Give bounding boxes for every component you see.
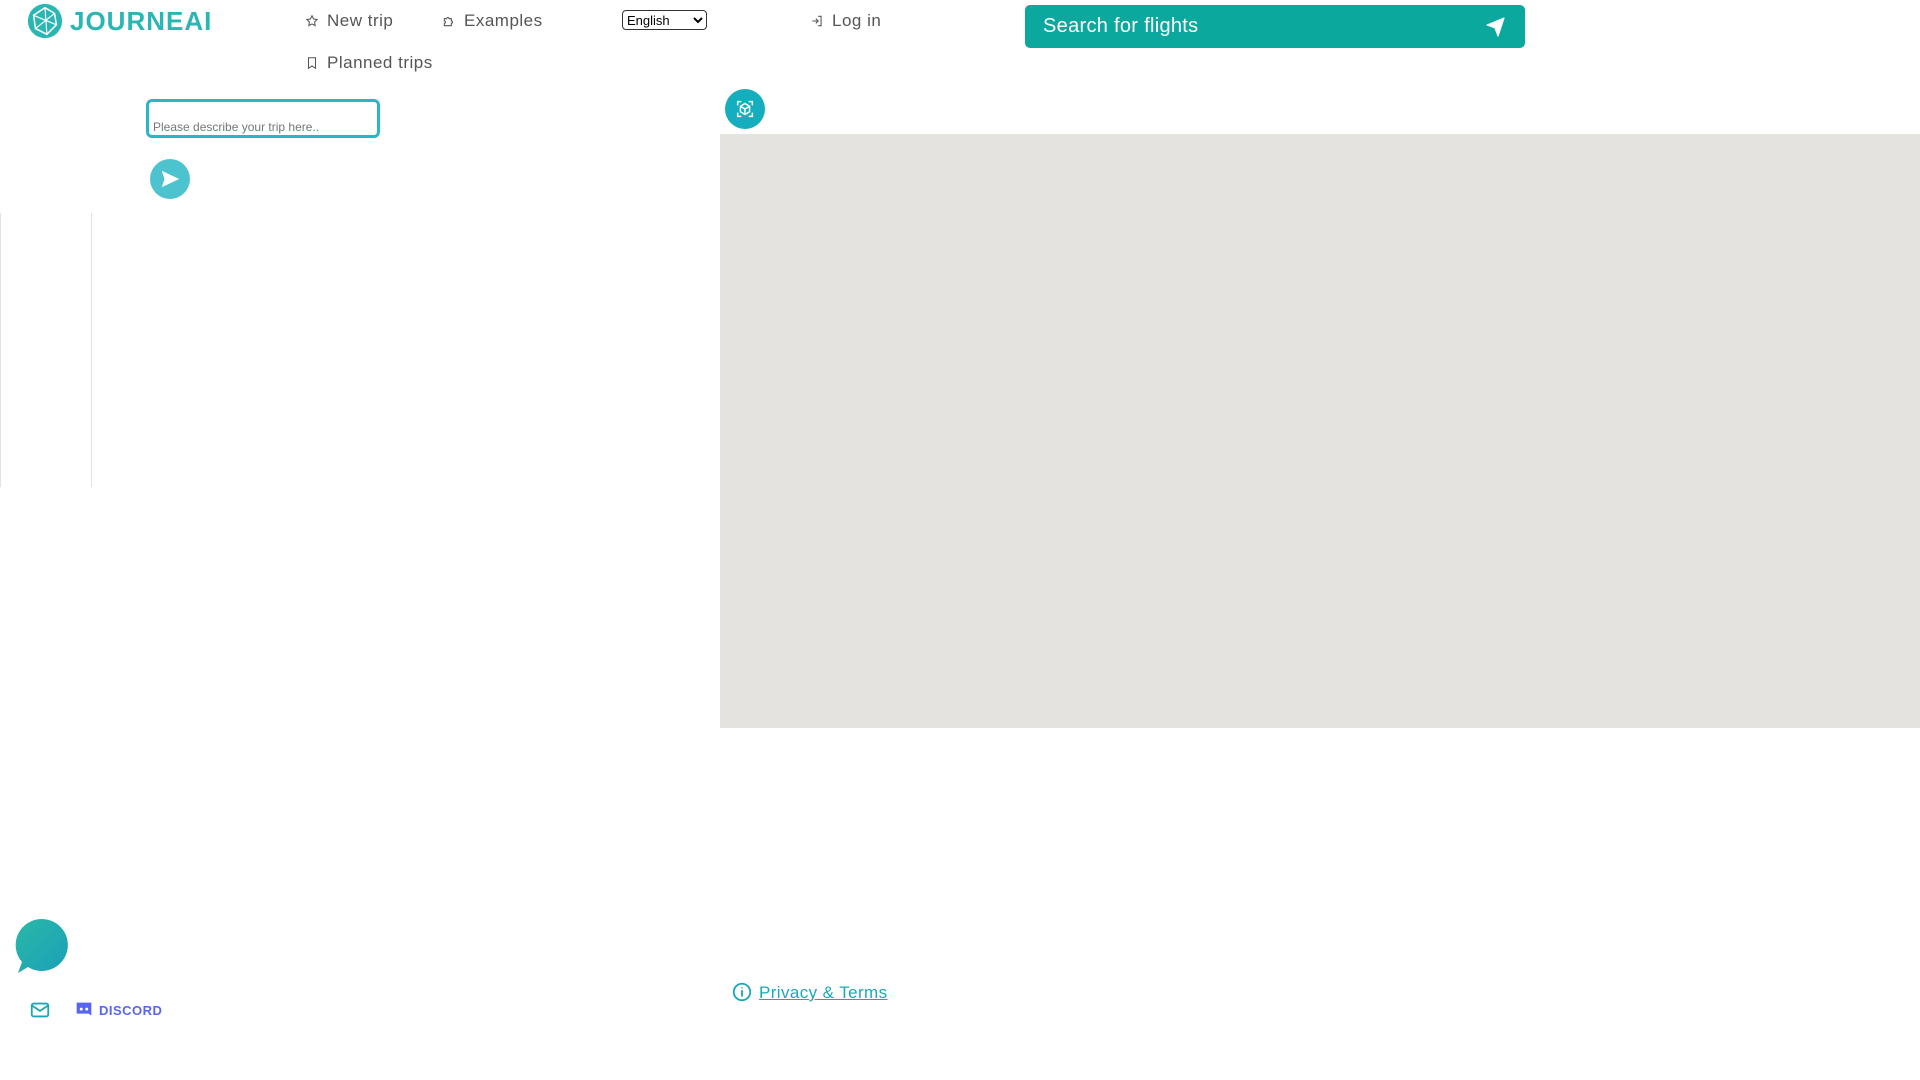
bookmark-icon	[307, 57, 317, 70]
nav-examples-label: Examples	[464, 11, 543, 30]
left-divider	[0, 213, 1, 487]
puzzle-icon	[443, 17, 453, 27]
search-flights-button[interactable]: Search for flights	[1025, 5, 1525, 48]
chat-icon[interactable]	[14, 917, 70, 973]
send-button[interactable]	[150, 159, 190, 199]
search-flights-label: Search for flights	[1043, 15, 1199, 37]
map-view[interactable]	[720, 134, 1920, 728]
privacy-terms-link[interactable]: Privacy & Terms	[731, 981, 888, 1003]
nav-new-trip-label: New trip	[327, 11, 394, 30]
trip-description-input[interactable]	[146, 99, 380, 138]
send-icon	[161, 170, 180, 188]
language-select[interactable]: English	[622, 10, 707, 30]
privacy-terms-label: Privacy & Terms	[759, 983, 888, 1002]
logo-icon	[27, 3, 63, 39]
nav-new-trip[interactable]: New trip	[305, 11, 393, 31]
nav-log-in-label: Log in	[832, 11, 882, 30]
discord-link[interactable]: DISCORD	[73, 999, 162, 1021]
sidebar-divider	[91, 213, 92, 487]
airplane-icon	[1486, 16, 1505, 37]
nav-log-in[interactable]: Log in	[810, 11, 881, 31]
nav-examples[interactable]: Examples	[442, 11, 543, 31]
nav-planned-trips-label: Planned trips	[327, 53, 433, 72]
discord-label: DISCORD	[99, 1002, 163, 1018]
ar-cube-icon	[736, 100, 754, 118]
brand-name: JOURNEAI	[70, 5, 213, 36]
discord-icon	[76, 1002, 92, 1016]
nav-planned-trips[interactable]: Planned trips	[305, 53, 433, 73]
ar-view-button[interactable]	[725, 89, 765, 129]
star-icon	[305, 14, 319, 27]
login-icon	[812, 15, 822, 27]
brand-logo[interactable]: JOURNEAI	[26, 2, 212, 40]
mail-icon[interactable]	[29, 999, 51, 1021]
info-icon	[732, 982, 752, 1002]
